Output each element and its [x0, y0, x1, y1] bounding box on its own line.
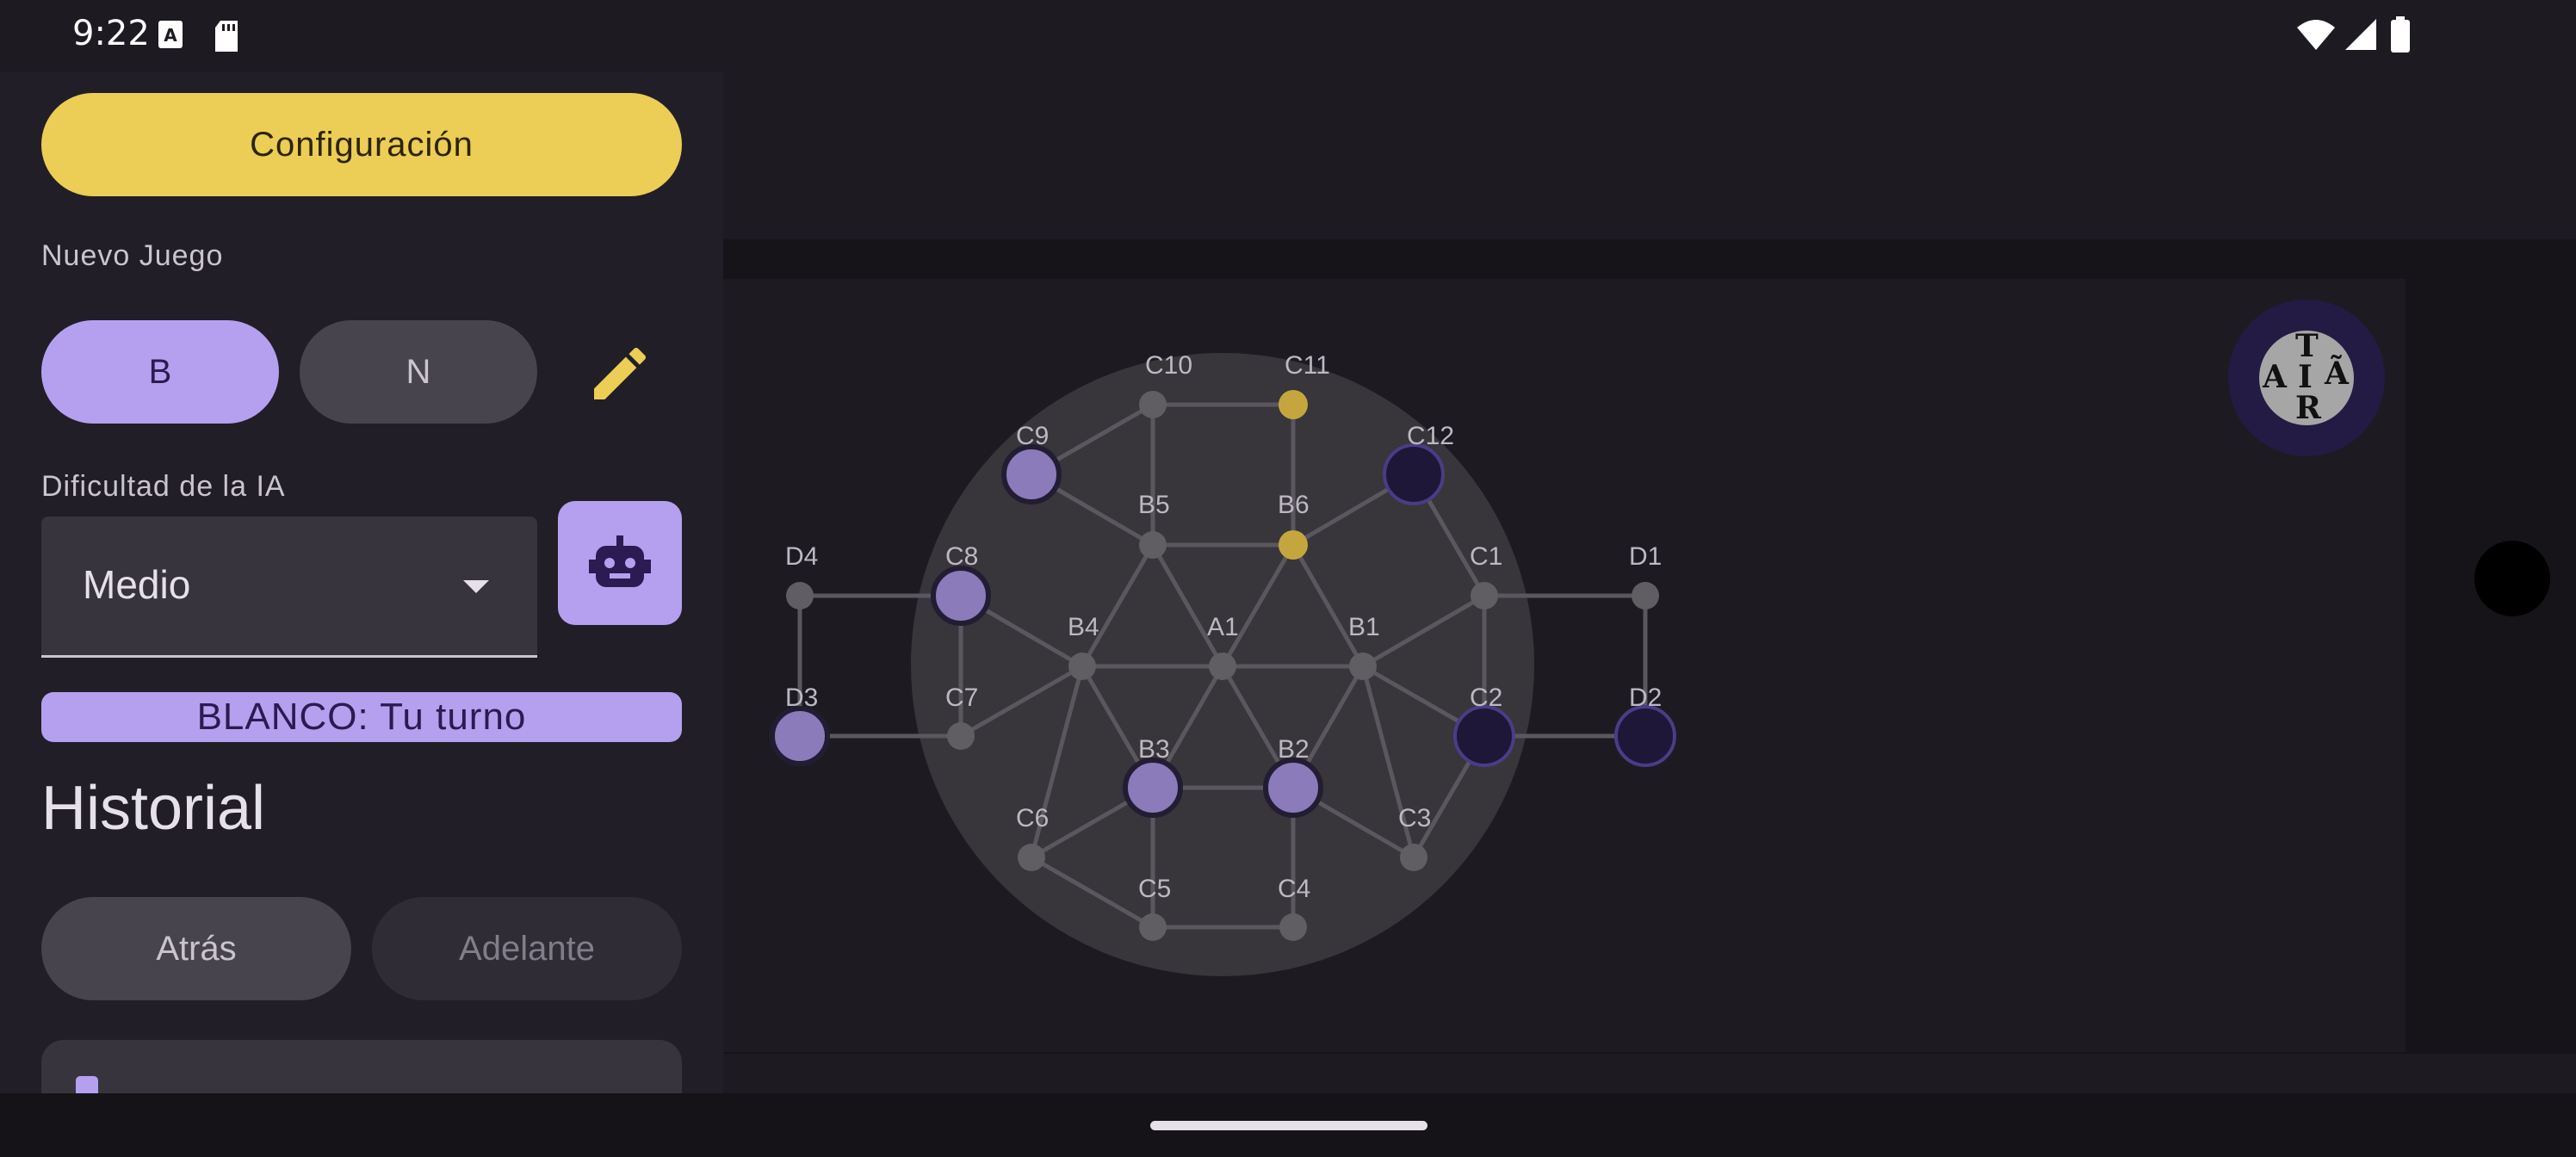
board-node-label: C8 — [945, 542, 978, 571]
board-node-label: B2 — [1278, 735, 1310, 764]
logo-inner: T A I Ã R — [2259, 331, 2354, 425]
robot-icon — [589, 535, 651, 587]
board-node-b2[interactable] — [1263, 758, 1323, 818]
board-node-label: C3 — [1398, 804, 1431, 832]
home-gesture-bar[interactable] — [1150, 1121, 1427, 1130]
board-node-b3[interactable] — [1123, 758, 1183, 818]
board-node-c3[interactable] — [1400, 844, 1427, 871]
board-node-c12[interactable] — [1383, 443, 1445, 505]
board-node-label: D3 — [785, 684, 818, 712]
board-node-c1[interactable] — [1471, 582, 1498, 609]
board-node-c6[interactable] — [1018, 844, 1045, 871]
ai-difficulty-value: Medio — [83, 562, 191, 607]
ai-difficulty-label: Dificultad de la IA — [41, 470, 286, 503]
play-white-button[interactable]: B — [41, 320, 279, 424]
board-node-label: C11 — [1285, 351, 1330, 380]
ai-move-button[interactable] — [558, 501, 682, 625]
play-black-button[interactable]: N — [300, 320, 537, 424]
logo-letter: I — [2298, 359, 2313, 395]
board-node-label: C2 — [1470, 684, 1502, 712]
history-title: Historial — [41, 774, 266, 843]
config-button[interactable]: Configuración — [41, 93, 682, 196]
app-logo: T A I Ã R — [2228, 300, 2385, 456]
edit-pencil-icon[interactable] — [585, 339, 654, 408]
logo-letter: Ã — [2325, 356, 2349, 392]
logo-letter: A — [2263, 359, 2287, 395]
board-node-d3[interactable] — [770, 706, 830, 766]
board-node-b4[interactable] — [1068, 653, 1096, 680]
history-item-icon — [76, 1076, 98, 1093]
board-node-label: D1 — [1629, 542, 1662, 571]
board-node-label: D2 — [1629, 684, 1662, 712]
board-node-label: A1 — [1207, 613, 1239, 641]
history-list-card[interactable] — [41, 1040, 682, 1093]
board-node-d2[interactable] — [1614, 705, 1676, 767]
logo-letter: T — [2295, 328, 2319, 364]
board-node-c11[interactable] — [1279, 390, 1308, 419]
turn-status-banner: BLANCO: Tu turno — [41, 692, 682, 742]
history-back-button[interactable]: Atrás — [41, 897, 351, 1000]
board-node-c10[interactable] — [1139, 391, 1167, 418]
board-node-c4[interactable] — [1279, 913, 1307, 941]
board-node-d4[interactable] — [786, 582, 814, 609]
board-node-b5[interactable] — [1139, 531, 1167, 559]
board-node-label: C10 — [1145, 351, 1192, 380]
board-node-label: C1 — [1470, 542, 1502, 571]
board-node-label: C12 — [1407, 422, 1454, 450]
board-node-c8[interactable] — [931, 566, 991, 626]
board-node-label: B1 — [1348, 613, 1380, 641]
board-node-label: C4 — [1278, 875, 1310, 903]
board-node-label: D4 — [785, 542, 818, 571]
board-node-b1[interactable] — [1349, 653, 1377, 680]
board-node-label: B5 — [1138, 491, 1170, 519]
board-node-c5[interactable] — [1139, 913, 1167, 941]
board-node-b6[interactable] — [1279, 530, 1308, 560]
board-node-c9[interactable] — [1001, 444, 1062, 504]
board-node-a1[interactable] — [1209, 653, 1236, 680]
navigation-drawer: Configuración Nuevo Juego B N Dificultad… — [0, 72, 723, 1093]
dropdown-arrow-icon — [463, 580, 489, 593]
board-node-label: B3 — [1138, 735, 1170, 764]
board-node-label: B4 — [1068, 613, 1099, 641]
board-node-label: C7 — [945, 684, 978, 712]
board-node-c2[interactable] — [1453, 705, 1515, 767]
board-node-label: C5 — [1138, 875, 1171, 903]
history-forward-button[interactable]: Adelante — [372, 897, 682, 1000]
board-node-c7[interactable] — [947, 722, 975, 750]
new-game-label: Nuevo Juego — [41, 239, 224, 272]
floating-dot[interactable] — [2474, 541, 2550, 616]
logo-letter: R — [2295, 390, 2321, 426]
board-node-label: C6 — [1016, 804, 1049, 832]
board-node-label: C9 — [1016, 422, 1049, 450]
ai-difficulty-select[interactable]: Medio — [41, 517, 537, 658]
board-node-label: B6 — [1278, 491, 1310, 519]
board-node-d1[interactable] — [1632, 582, 1659, 609]
